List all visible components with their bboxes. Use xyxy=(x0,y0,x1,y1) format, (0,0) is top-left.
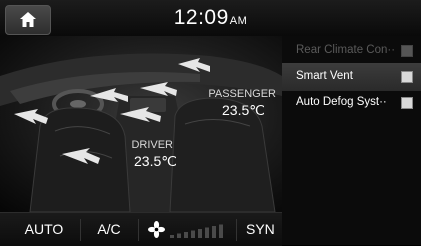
auto-defog-system-option[interactable]: Auto Defog Syst·· xyxy=(282,89,421,117)
divider xyxy=(236,219,237,241)
driver-temp[interactable]: 23.5℃ xyxy=(134,153,177,170)
clock-time: 12:09 xyxy=(173,6,229,29)
fan-speed-bar xyxy=(191,230,195,238)
fan-speed-bar xyxy=(170,235,174,238)
fan-icon[interactable] xyxy=(148,221,165,238)
passenger-temp[interactable]: 23.5℃ xyxy=(222,102,265,119)
status-bar: 12:09AM xyxy=(0,0,421,36)
sync-button[interactable]: SYN xyxy=(242,213,286,246)
driver-label: DRIVER xyxy=(131,139,173,151)
fan-speed-bar xyxy=(219,224,223,238)
fan-speed-bar xyxy=(205,227,209,238)
auto-button[interactable]: AUTO xyxy=(16,213,72,246)
divider xyxy=(138,219,139,241)
option-label: Auto Defog Syst·· xyxy=(296,96,387,108)
option-label: Rear Climate Con·· xyxy=(296,44,396,56)
option-label: Smart Vent xyxy=(296,70,353,82)
clock-ampm: AM xyxy=(229,15,248,27)
checkbox[interactable] xyxy=(401,71,413,83)
divider xyxy=(80,219,81,241)
car-interior-view: PASSENGER 23.5℃ DRIVER 23.5℃ xyxy=(0,36,282,212)
checkbox[interactable] xyxy=(401,45,413,57)
climate-screen: 12:09AM PASSENGER 23.5℃ DRIVER 23.5℃ Rea… xyxy=(0,0,421,246)
car-interior-illustration xyxy=(0,53,282,212)
fan-speed-bar xyxy=(184,232,188,238)
clock: 12:09AM xyxy=(0,6,421,30)
rear-climate-control-option[interactable]: Rear Climate Con·· xyxy=(282,37,421,65)
smart-vent-option[interactable]: Smart Vent xyxy=(282,63,421,91)
fan-speed-bar xyxy=(177,233,181,238)
options-panel: Rear Climate Con·· Smart Vent Auto Defog… xyxy=(282,36,421,245)
checkbox[interactable] xyxy=(401,97,413,109)
climate-control-bar: AUTO A/C SYN xyxy=(0,212,282,246)
ac-button[interactable]: A/C xyxy=(86,213,132,246)
fan-speed-bar xyxy=(212,226,216,238)
fan-speed-level[interactable] xyxy=(168,213,228,246)
fan-speed-bar xyxy=(198,229,202,238)
passenger-label: PASSENGER xyxy=(208,88,276,100)
